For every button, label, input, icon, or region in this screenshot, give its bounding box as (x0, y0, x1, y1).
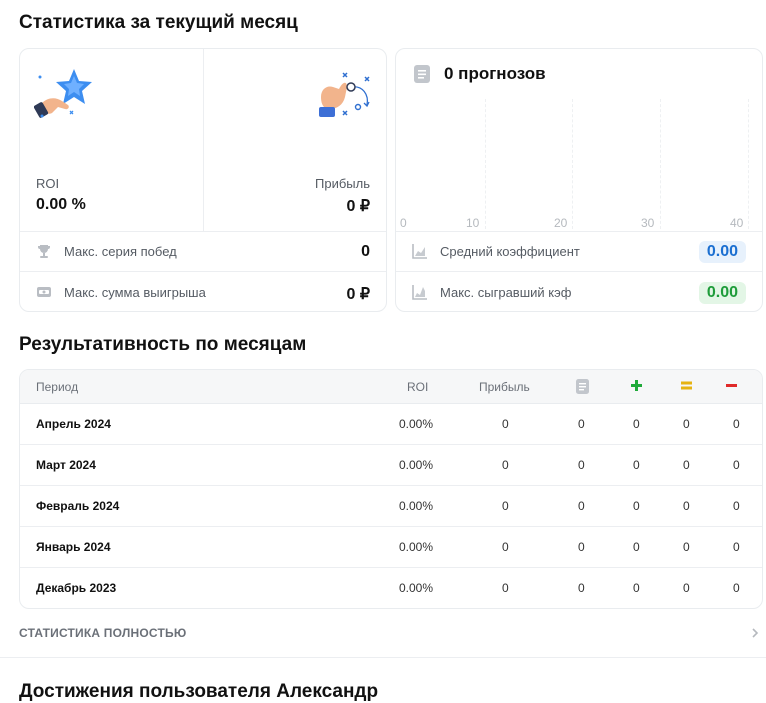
chart-gridline (748, 99, 749, 229)
table-row[interactable]: Февраль 2024 0.00% 0 0 0 0 0 (20, 486, 762, 527)
cell-draws: 0 (683, 458, 690, 472)
minus-icon[interactable] (726, 380, 737, 391)
cell-losses: 0 (733, 499, 740, 513)
forecasts-card: 0 прогнозов 0 10 20 30 40 Средний коэффи… (395, 48, 763, 312)
plus-icon[interactable] (631, 380, 642, 391)
cell-wins: 0 (633, 417, 640, 431)
cell-forecasts: 0 (578, 417, 585, 431)
cell-forecasts: 0 (578, 499, 585, 513)
chart-gridline (485, 99, 486, 229)
equals-icon[interactable] (681, 380, 692, 391)
header-roi[interactable]: ROI (407, 380, 428, 394)
profit-label: Прибыль (315, 176, 370, 191)
cell-period: Март 2024 (36, 458, 96, 472)
cell-draws: 0 (683, 499, 690, 513)
chart-gridline (660, 99, 661, 229)
cell-period: Январь 2024 (36, 540, 111, 554)
achievements-title: Достижения пользователя Александр (19, 681, 379, 702)
cell-roi: 0.00% (399, 417, 434, 431)
avg-coef-label: Средний коэффициент (440, 244, 580, 259)
cell-period: Декабрь 2023 (36, 581, 117, 595)
profit-value: 0 ₽ (346, 198, 370, 215)
cell-profit: 0 (502, 458, 509, 472)
cell-losses: 0 (733, 581, 740, 595)
chart-area-icon (412, 244, 427, 259)
cell-forecasts: 0 (578, 581, 585, 595)
stats-section-title: Статистика за текущий месяц (19, 12, 298, 33)
monthly-section-title: Результативность по месяцам (19, 334, 307, 355)
table-row[interactable]: Апрель 2024 0.00% 0 0 0 0 0 (20, 404, 762, 445)
cell-forecasts: 0 (578, 458, 585, 472)
axis-tick: 20 (554, 216, 568, 230)
cell-draws: 0 (683, 540, 690, 554)
trophy-icon (38, 245, 50, 258)
table-row[interactable]: Март 2024 0.00% 0 0 0 0 0 (20, 445, 762, 486)
monthly-table: Период ROI Прибыль Апрель 2024 0.00% 0 0 0 0 0… (19, 369, 763, 609)
max-coef-badge: 0.00 (698, 282, 746, 304)
divider (20, 271, 386, 272)
avg-coef-badge: 0.00 (698, 241, 746, 263)
divider (396, 231, 762, 232)
cash-icon (37, 287, 51, 297)
divider (0, 657, 766, 658)
cell-roi: 0.00% (399, 458, 434, 472)
max-coef-label: Макс. сыгравший кэф (440, 285, 572, 300)
cell-roi: 0.00% (399, 581, 434, 595)
max-streak-value: 0 (361, 243, 370, 260)
table-row[interactable]: Январь 2024 0.00% 0 0 0 0 0 (20, 527, 762, 568)
cell-profit: 0 (502, 581, 509, 595)
max-streak-label: Макс. серия побед (64, 244, 177, 259)
document-icon (414, 65, 430, 83)
chevron-right-icon[interactable] (748, 626, 762, 640)
hand-star-icon (34, 69, 92, 118)
cell-forecasts: 0 (578, 540, 585, 554)
cell-roi: 0.00% (399, 499, 434, 513)
cell-period: Февраль 2024 (36, 499, 120, 513)
cell-draws: 0 (683, 417, 690, 431)
roi-value: 0.00 % (36, 196, 86, 213)
cell-roi: 0.00% (399, 540, 434, 554)
cell-period: Апрель 2024 (36, 417, 111, 431)
header-period[interactable]: Период (36, 380, 78, 394)
divider (396, 271, 762, 272)
divider (203, 49, 204, 231)
cell-profit: 0 (502, 540, 509, 554)
cell-losses: 0 (733, 458, 740, 472)
document-icon[interactable] (576, 379, 589, 394)
cell-wins: 0 (633, 540, 640, 554)
cell-draws: 0 (683, 581, 690, 595)
cell-profit: 0 (502, 417, 509, 431)
cell-losses: 0 (733, 540, 740, 554)
full-stats-link[interactable]: СТАТИСТИКА ПОЛНОСТЬЮ (19, 626, 186, 640)
chart-gridline (572, 99, 573, 229)
axis-tick: 30 (641, 216, 655, 230)
cell-profit: 0 (502, 499, 509, 513)
cell-losses: 0 (733, 417, 740, 431)
axis-tick: 0 (400, 216, 407, 230)
max-win-sum-value: 0 ₽ (346, 286, 370, 303)
divider (20, 231, 386, 232)
cell-wins: 0 (633, 581, 640, 595)
roi-label: ROI (36, 176, 60, 191)
cell-wins: 0 (633, 499, 640, 513)
max-win-sum-label: Макс. сумма выигрыша (64, 285, 206, 300)
monthly-stats-card: ROI 0.00 % Прибыль 0 ₽ Макс. серия побед… (19, 48, 387, 312)
axis-tick: 10 (466, 216, 480, 230)
hand-tactics-icon (319, 72, 370, 117)
forecasts-title: 0 прогнозов (444, 64, 546, 83)
table-header: Период ROI Прибыль (20, 370, 762, 404)
table-row[interactable]: Декабрь 2023 0.00% 0 0 0 0 0 (20, 568, 762, 608)
header-profit[interactable]: Прибыль (479, 380, 530, 394)
axis-tick: 40 (730, 216, 744, 230)
cell-wins: 0 (633, 458, 640, 472)
chart-peak-icon (412, 285, 427, 300)
